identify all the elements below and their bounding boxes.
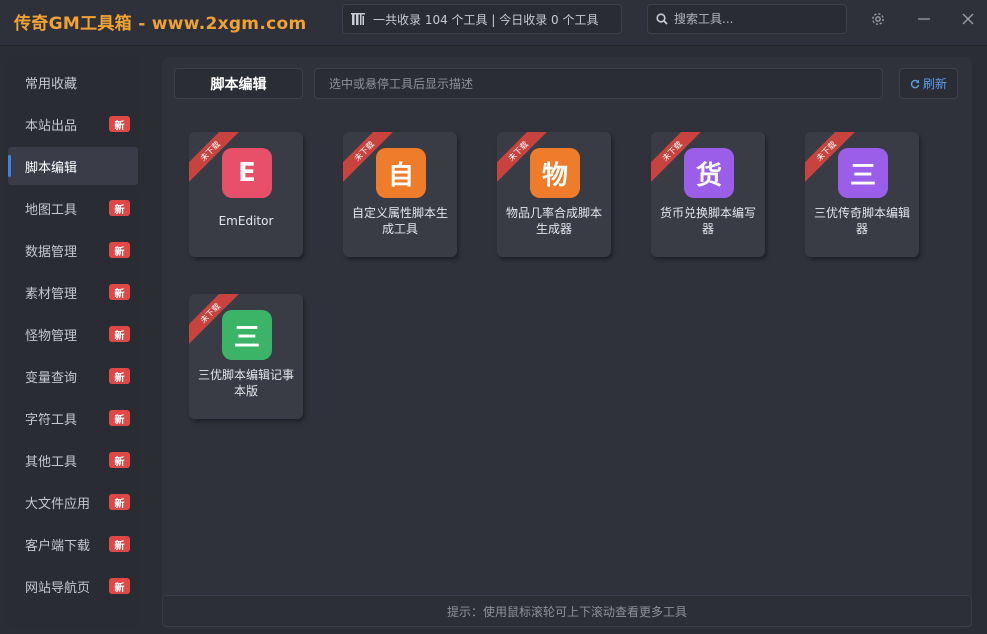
tool-icon: 物 <box>530 148 580 198</box>
new-badge: 新 <box>109 452 130 468</box>
sidebar-item-label: 地图工具 <box>25 202 78 218</box>
tool-name: 货币兑换脚本编写器 <box>659 206 756 236</box>
sidebar-item-asset-management[interactable]: 素材管理 新 <box>8 273 138 311</box>
category-sidebar: 常用收藏 本站出品 新 脚本编辑 地图工具 新 数据管理 新 素材管理 新 怪物… <box>6 57 140 629</box>
tool-name: 三优脚本编辑记事本版 <box>197 368 294 398</box>
tool-name: EmEditor <box>218 214 274 228</box>
sidebar-item-large-file-apps[interactable]: 大文件应用 新 <box>8 483 138 521</box>
hint-bar: 提示：使用鼠标滚轮可上下滚动查看更多工具 <box>162 595 972 627</box>
new-badge: 新 <box>109 200 130 216</box>
tool-card-sanyou-editor[interactable]: 未下载 三 三优传奇脚本编辑器 <box>805 132 919 257</box>
tool-card-item-synthesis[interactable]: 未下载 物 物品几率合成脚本生成器 <box>497 132 611 257</box>
tool-card-emeditor[interactable]: 未下载 E EmEditor <box>189 132 303 257</box>
sidebar-item-monster-management[interactable]: 怪物管理 新 <box>8 315 138 353</box>
sidebar-item-data-management[interactable]: 数据管理 新 <box>8 231 138 269</box>
sidebar-item-label: 数据管理 <box>25 244 78 260</box>
sidebar-item-variable-query[interactable]: 变量查询 新 <box>8 357 138 395</box>
sidebar-item-label: 脚本编辑 <box>25 160 78 176</box>
app-title: 传奇GM工具箱 - www.2xgm.com <box>14 14 307 34</box>
tool-card-currency-exchange[interactable]: 未下载 货 货币兑换脚本编写器 <box>651 132 765 257</box>
sidebar-item-label: 其他工具 <box>25 454 78 470</box>
tool-icon: 自 <box>376 148 426 198</box>
tool-name: 自定义属性脚本生成工具 <box>351 206 448 236</box>
sidebar-item-label: 素材管理 <box>25 286 78 302</box>
close-icon <box>962 13 974 25</box>
sidebar-item-label: 字符工具 <box>25 412 78 428</box>
sidebar-item-label: 怪物管理 <box>25 328 78 344</box>
section-title: 脚本编辑 <box>174 68 303 99</box>
sidebar-item-label: 大文件应用 <box>25 496 91 512</box>
main-panel: 脚本编辑 选中或悬停工具后显示描述 刷新 未下载 E EmEditor 未下载 … <box>162 57 972 629</box>
sidebar-item-label: 常用收藏 <box>25 76 78 92</box>
new-badge: 新 <box>109 494 130 510</box>
description-bar: 选中或悬停工具后显示描述 <box>314 68 883 99</box>
search-input[interactable] <box>674 12 834 26</box>
title-bar: 传奇GM工具箱 - www.2xgm.com 一共收录 104 个工具 | 今日… <box>0 0 987 46</box>
minimize-icon <box>918 18 930 20</box>
sidebar-item-label: 本站出品 <box>25 118 78 134</box>
new-badge: 新 <box>109 578 130 594</box>
new-badge: 新 <box>109 536 130 552</box>
new-badge: 新 <box>109 116 130 132</box>
refresh-button[interactable]: 刷新 <box>899 68 958 99</box>
sidebar-item-map-tools[interactable]: 地图工具 新 <box>8 189 138 227</box>
sidebar-item-other-tools[interactable]: 其他工具 新 <box>8 441 138 479</box>
close-button[interactable] <box>954 6 982 32</box>
search-box[interactable] <box>647 4 847 34</box>
tool-icon: E <box>222 148 272 198</box>
tool-name: 物品几率合成脚本生成器 <box>505 206 602 236</box>
sidebar-item-label: 客户端下载 <box>25 538 91 554</box>
settings-button[interactable] <box>864 6 892 32</box>
sidebar-item-site-navigation[interactable]: 网站导航页 新 <box>8 567 138 605</box>
new-badge: 新 <box>109 284 130 300</box>
new-badge: 新 <box>109 410 130 426</box>
sidebar-item-script-editing[interactable]: 脚本编辑 <box>8 147 138 185</box>
tool-icon: 三 <box>838 148 888 198</box>
stats-box: 一共收录 104 个工具 | 今日收录 0 个工具 <box>342 4 622 34</box>
gear-icon <box>872 13 884 25</box>
minimize-button[interactable] <box>910 6 938 32</box>
refresh-icon <box>910 79 920 88</box>
tool-card-sanyou-notepad[interactable]: 未下载 三 三优脚本编辑记事本版 <box>189 294 303 419</box>
tool-icon: 货 <box>684 148 734 198</box>
sidebar-item-character-tools[interactable]: 字符工具 新 <box>8 399 138 437</box>
sidebar-item-client-download[interactable]: 客户端下载 新 <box>8 525 138 563</box>
library-icon <box>351 12 365 25</box>
sidebar-item-site-products[interactable]: 本站出品 新 <box>8 105 138 143</box>
search-icon <box>656 13 668 25</box>
tool-icon: 三 <box>222 310 272 360</box>
sidebar-item-label: 变量查询 <box>25 370 78 386</box>
new-badge: 新 <box>109 368 130 384</box>
sidebar-item-favorites[interactable]: 常用收藏 <box>8 63 138 101</box>
new-badge: 新 <box>109 326 130 342</box>
stats-text: 一共收录 104 个工具 | 今日收录 0 个工具 <box>373 12 599 27</box>
tool-card-custom-attribute[interactable]: 未下载 自 自定义属性脚本生成工具 <box>343 132 457 257</box>
new-badge: 新 <box>109 242 130 258</box>
sidebar-item-label: 网站导航页 <box>25 580 91 596</box>
refresh-label: 刷新 <box>922 77 947 91</box>
tool-name: 三优传奇脚本编辑器 <box>813 206 910 236</box>
